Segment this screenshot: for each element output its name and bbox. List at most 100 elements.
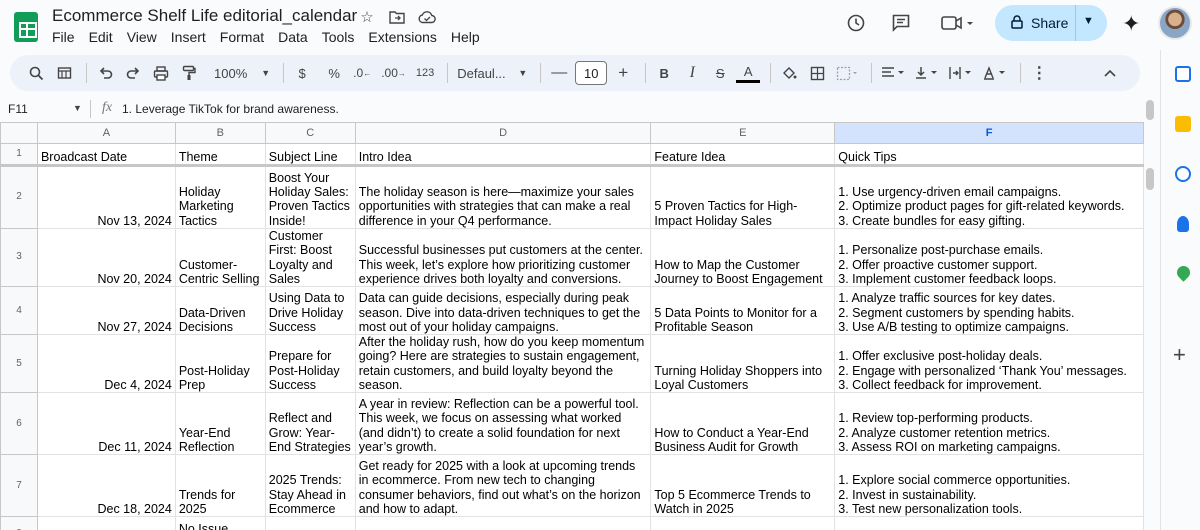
- cell-intro-idea[interactable]: A year in review: Reflection can be a po…: [354, 392, 652, 456]
- print-icon[interactable]: [149, 61, 173, 85]
- cell-subject-line[interactable]: Reflect and Grow: Year-End Strategies: [264, 392, 356, 456]
- undo-icon[interactable]: [93, 61, 117, 85]
- account-avatar[interactable]: [1158, 6, 1192, 40]
- text-wrapping-icon[interactable]: [946, 61, 976, 85]
- row-header[interactable]: 2: [0, 165, 38, 229]
- cell-theme[interactable]: Year-End Reflection: [174, 392, 266, 456]
- font-family-select[interactable]: Defaul... ▼: [454, 61, 530, 85]
- cell-broadcast-date[interactable]: Nov 27, 2024: [36, 286, 176, 336]
- column-header-d[interactable]: D: [354, 122, 652, 144]
- cell-broadcast-date[interactable]: Nov 20, 2024: [36, 227, 176, 288]
- scrollbar[interactable]: [1146, 100, 1154, 120]
- row-header[interactable]: 8: [0, 516, 38, 530]
- menu-extensions[interactable]: Extensions: [368, 29, 444, 45]
- column-header-c[interactable]: C: [264, 122, 356, 144]
- cell-broadcast-date[interactable]: Dec 11, 2024: [36, 392, 176, 456]
- zoom-select[interactable]: 100% ▼: [211, 61, 273, 85]
- cell-intro-idea[interactable]: Successful businesses put customers at t…: [354, 227, 652, 288]
- italic-button[interactable]: I: [680, 61, 704, 85]
- increase-decimal-button[interactable]: .00 →: [378, 61, 409, 85]
- cell-subject-line[interactable]: Using Data to Drive Holiday Success: [264, 286, 356, 336]
- increase-font-size-button[interactable]: +: [611, 61, 635, 85]
- collapse-toolbar-chevron-up-icon[interactable]: [1098, 61, 1122, 85]
- cell-broadcast-date[interactable]: Dec 18, 2024: [36, 454, 176, 518]
- row-header[interactable]: 3: [0, 227, 38, 288]
- tasks-icon[interactable]: [1175, 166, 1191, 182]
- currency-format-button[interactable]: $: [290, 61, 314, 85]
- menu-view[interactable]: View: [127, 29, 165, 45]
- cell-quick-tips[interactable]: 1. Use urgency-driven email campaigns. 2.…: [834, 165, 1144, 229]
- gemini-sparkle-icon[interactable]: ✦: [1122, 11, 1140, 37]
- search-menus-icon[interactable]: [24, 61, 48, 85]
- text-rotation-icon[interactable]: [980, 61, 1010, 85]
- cell-feature-idea[interactable]: 5 Data Points to Monitor for a Profitabl…: [650, 286, 836, 336]
- row-header[interactable]: 6: [0, 392, 38, 456]
- row-header[interactable]: 5: [0, 334, 38, 394]
- menu-edit[interactable]: Edit: [89, 29, 121, 45]
- more-options-icon[interactable]: ⋮: [1027, 61, 1051, 85]
- cell-theme[interactable]: Holiday Marketing Tactics: [174, 165, 266, 229]
- cell-subject-line[interactable]: [264, 516, 356, 530]
- header-cell-quick-tips[interactable]: Quick Tips: [834, 143, 1144, 167]
- cell-subject-line[interactable]: 2025 Trends: Stay Ahead in Ecommerce: [264, 454, 356, 518]
- grid-scrollbar-thumb[interactable]: [1146, 168, 1154, 190]
- column-header-a[interactable]: A: [36, 122, 176, 144]
- menu-format[interactable]: Format: [220, 29, 272, 45]
- header-cell-theme[interactable]: Theme: [174, 143, 266, 167]
- menu-insert[interactable]: Insert: [171, 29, 214, 45]
- borders-icon[interactable]: [805, 61, 829, 85]
- cell-broadcast-date[interactable]: Nov 13, 2024: [36, 165, 176, 229]
- contacts-icon[interactable]: [1177, 216, 1189, 232]
- column-header-b[interactable]: B: [174, 122, 266, 144]
- version-history-icon[interactable]: [845, 12, 867, 34]
- cell-quick-tips[interactable]: 1. Analyze traffic sources for key dates…: [834, 286, 1144, 336]
- cell-feature-idea[interactable]: Top 5 Ecommerce Trends to Watch in 2025: [650, 454, 836, 518]
- row-header[interactable]: 7: [0, 454, 38, 518]
- cell-quick-tips[interactable]: [834, 516, 1144, 530]
- cell-feature-idea[interactable]: How to Conduct a Year-End Business Audit…: [650, 392, 836, 456]
- cell-intro-idea[interactable]: [354, 516, 652, 530]
- share-button[interactable]: Share ▼: [995, 5, 1107, 41]
- font-size-input[interactable]: 10: [575, 61, 608, 85]
- cell-broadcast-date[interactable]: Dec 25, 2024: [36, 516, 176, 530]
- header-cell-broadcast-date[interactable]: Broadcast Date: [36, 143, 176, 167]
- merge-cells-icon[interactable]: [833, 61, 861, 85]
- menu-help[interactable]: Help: [451, 29, 488, 45]
- cell-intro-idea[interactable]: Get ready for 2025 with a look at upcomi…: [354, 454, 652, 518]
- cell-theme[interactable]: No Issue (Holiday): [174, 516, 266, 530]
- cell-intro-idea[interactable]: The holiday season is here—maximize your…: [354, 165, 652, 229]
- horizontal-align-icon[interactable]: [878, 61, 908, 85]
- bold-button[interactable]: B: [652, 61, 676, 85]
- formula-input[interactable]: 1. Leverage TikTok for brand awareness.: [122, 102, 339, 116]
- star-icon[interactable]: ☆: [358, 8, 376, 26]
- more-formats-button[interactable]: 123: [413, 61, 437, 85]
- cell-intro-idea[interactable]: Data can guide decisions, especially dur…: [354, 286, 652, 336]
- select-all-corner[interactable]: [0, 122, 38, 144]
- cell-feature-idea[interactable]: 5 Proven Tactics for High-Impact Holiday…: [650, 165, 836, 229]
- cell-feature-idea[interactable]: How to Map the Customer Journey to Boost…: [650, 227, 836, 288]
- cell-quick-tips[interactable]: 1. Offer exclusive post-holiday deals. 2.…: [834, 334, 1144, 394]
- share-options-chevron-down-icon[interactable]: ▼: [1083, 15, 1094, 27]
- row-header[interactable]: 1: [0, 143, 38, 167]
- cell-subject-line[interactable]: Boost Your Holiday Sales: Proven Tactics…: [264, 165, 356, 229]
- cloud-status-icon[interactable]: [418, 8, 436, 26]
- cell-quick-tips[interactable]: 1. Review top-performing products. 2. Ana…: [834, 392, 1144, 456]
- decrease-font-size-button[interactable]: —: [547, 61, 571, 85]
- header-cell-feature-idea[interactable]: Feature Idea: [650, 143, 836, 167]
- add-on-plus-icon[interactable]: +: [1173, 342, 1186, 368]
- column-header-e[interactable]: E: [650, 122, 836, 144]
- cell-theme[interactable]: Data-Driven Decisions: [174, 286, 266, 336]
- column-header-f[interactable]: F: [834, 122, 1144, 144]
- menu-file[interactable]: File: [52, 29, 83, 45]
- menu-tools[interactable]: Tools: [322, 29, 363, 45]
- maps-icon[interactable]: [1174, 263, 1193, 282]
- vertical-align-icon[interactable]: [912, 61, 942, 85]
- paint-format-icon[interactable]: [177, 61, 201, 85]
- keep-icon[interactable]: [1175, 116, 1191, 132]
- fill-color-icon[interactable]: [777, 61, 801, 85]
- calendar-icon[interactable]: [1175, 66, 1191, 82]
- cell-subject-line[interactable]: Customer First: Boost Loyalty and Sales: [264, 227, 356, 288]
- name-box[interactable]: F11: [8, 102, 78, 116]
- cell-feature-idea[interactable]: Turning Holiday Shoppers into Loyal Cust…: [650, 334, 836, 394]
- move-folder-icon[interactable]: [388, 8, 406, 26]
